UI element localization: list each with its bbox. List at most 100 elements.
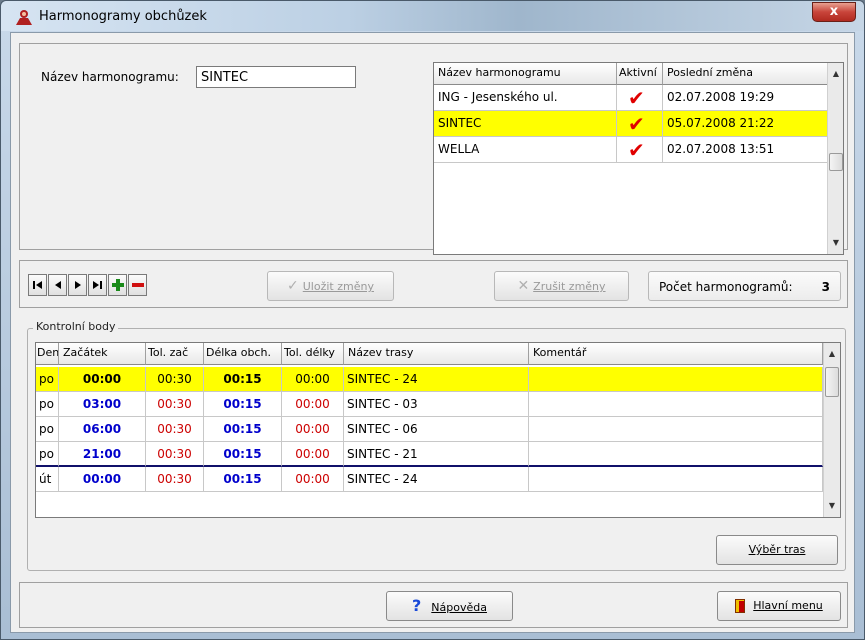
length-cell: 00:15 (204, 367, 282, 392)
save-changes-label: Uložit změny (302, 280, 374, 293)
navigator (28, 274, 148, 296)
day-cell: po (36, 442, 59, 467)
last-change-cell: 02.07.2008 19:29 (663, 85, 828, 111)
footer-panel: ? Nápověda Hlavní menu (19, 582, 848, 628)
active-cell: ✔ (617, 85, 663, 111)
day-cell: út (36, 467, 59, 492)
col-header-last-change[interactable]: Poslední změna (663, 63, 828, 85)
app-icon (15, 9, 33, 25)
checkpoints-group-title: Kontrolní body (33, 320, 119, 333)
schedule-name-label: Název harmonogramu: (41, 70, 179, 84)
scroll-down-icon[interactable]: ▼ (828, 235, 843, 251)
length-tolerance-cell: 00:00 (282, 367, 344, 392)
last-change-cell: 02.07.2008 13:51 (663, 137, 828, 163)
comment-cell (529, 417, 823, 442)
col-header-name[interactable]: Název harmonogramu (434, 63, 617, 85)
comment-cell (529, 442, 823, 467)
first-record-button[interactable] (28, 274, 47, 296)
delete-record-button[interactable] (128, 274, 147, 296)
scroll-up-icon[interactable]: ▲ (824, 346, 840, 362)
toolbar-panel: ✓ Uložit změny ✕ Zrušit změny Počet harmon… (19, 260, 848, 308)
main-menu-button[interactable]: Hlavní menu (717, 591, 841, 621)
length-tolerance-cell: 00:00 (282, 392, 344, 417)
help-label: Nápověda (431, 601, 487, 614)
schedule-name-cell: ING - Jesenského ul. (434, 85, 617, 111)
start-tolerance-cell: 00:30 (146, 467, 204, 492)
cancel-changes-button[interactable]: ✕ Zrušit změny (494, 271, 629, 301)
cross-icon: ✕ (517, 278, 530, 294)
route-cell: SINTEC - 21 (344, 442, 529, 467)
start-tolerance-cell: 00:30 (146, 417, 204, 442)
schedule-count-box: Počet harmonogramů: 3 (648, 271, 841, 301)
length-tolerance-cell: 00:00 (282, 467, 344, 492)
checkpoints-scrollbar[interactable]: ▲ ▼ (823, 343, 840, 517)
schedules-grid[interactable]: Název harmonogramu Aktivní Poslední změn… (433, 62, 844, 255)
checkmark-icon: ✓ (287, 278, 299, 294)
save-changes-button[interactable]: ✓ Uložit změny (267, 271, 394, 301)
scroll-thumb[interactable] (829, 153, 843, 171)
comment-cell (529, 392, 823, 417)
title-bar[interactable]: Harmonogramy obchůzek x (1, 1, 864, 31)
first-icon (33, 281, 42, 289)
route-cell: SINTEC - 24 (344, 367, 529, 392)
next-record-button[interactable] (68, 274, 87, 296)
prior-icon (55, 281, 61, 289)
col-header-start-tolerance[interactable]: Tol. zač (146, 343, 204, 365)
schedule-count-value: 3 (821, 280, 830, 294)
scroll-up-icon[interactable]: ▲ (828, 66, 843, 82)
schedule-name-input[interactable] (196, 66, 356, 88)
start-tolerance-cell: 00:30 (146, 442, 204, 467)
active-cell: ✔ (617, 111, 663, 137)
minus-icon (132, 283, 144, 287)
schedule-panel: Název harmonogramu: Název harmonogramu A… (19, 43, 848, 255)
schedule-name-cell: SINTEC (434, 111, 617, 137)
last-change-cell: 05.07.2008 21:22 (663, 111, 828, 137)
last-icon (93, 281, 102, 289)
day-cell: po (36, 417, 59, 442)
select-routes-button[interactable]: Výběr tras (716, 535, 838, 565)
app-window: Harmonogramy obchůzek x Název harmonogra… (0, 0, 865, 640)
start-tolerance-cell: 00:30 (146, 392, 204, 417)
schedules-scrollbar[interactable]: ▲ ▼ (827, 63, 843, 254)
last-record-button[interactable] (88, 274, 107, 296)
window-title: Harmonogramy obchůzek (39, 9, 207, 24)
length-tolerance-cell: 00:00 (282, 417, 344, 442)
help-button[interactable]: ? Nápověda (386, 591, 513, 621)
scroll-down-icon[interactable]: ▼ (824, 498, 840, 514)
start-tolerance-cell: 00:30 (146, 367, 204, 392)
route-cell: SINTEC - 03 (344, 392, 529, 417)
check-icon: ✔ (628, 112, 645, 136)
help-icon: ? (412, 596, 422, 615)
length-cell: 00:15 (204, 467, 282, 492)
check-icon: ✔ (628, 86, 645, 110)
day-cell: po (36, 367, 59, 392)
active-cell: ✔ (617, 137, 663, 163)
col-header-length[interactable]: Délka obch. (204, 343, 282, 365)
prior-record-button[interactable] (48, 274, 67, 296)
col-header-start[interactable]: Začátek (59, 343, 146, 365)
checkpoints-grid[interactable]: Den Začátek Tol. zač Délka obch. Tol. dé… (35, 342, 841, 518)
col-header-day[interactable]: Den (36, 343, 59, 365)
route-cell: SINTEC - 24 (344, 467, 529, 492)
scroll-thumb[interactable] (825, 367, 839, 397)
col-header-length-tolerance[interactable]: Tol. délky (282, 343, 344, 365)
main-menu-label: Hlavní menu (753, 599, 823, 612)
close-button[interactable]: x (812, 2, 856, 22)
plus-icon (112, 279, 124, 291)
schedule-count-label: Počet harmonogramů: (659, 280, 793, 294)
start-cell: 00:00 (59, 467, 146, 492)
cancel-changes-label: Zrušit změny (533, 280, 606, 293)
start-cell: 03:00 (59, 392, 146, 417)
length-cell: 00:15 (204, 417, 282, 442)
insert-record-button[interactable] (108, 274, 127, 296)
col-header-active[interactable]: Aktivní (617, 63, 663, 85)
check-icon: ✔ (628, 138, 645, 162)
col-header-comment[interactable]: Komentář (529, 343, 823, 365)
comment-cell (529, 367, 823, 392)
door-exit-icon (735, 599, 746, 613)
length-cell: 00:15 (204, 442, 282, 467)
col-header-route[interactable]: Název trasy (344, 343, 529, 365)
select-routes-label: Výběr tras (748, 543, 806, 556)
next-icon (75, 281, 81, 289)
schedule-name-cell: WELLA (434, 137, 617, 163)
